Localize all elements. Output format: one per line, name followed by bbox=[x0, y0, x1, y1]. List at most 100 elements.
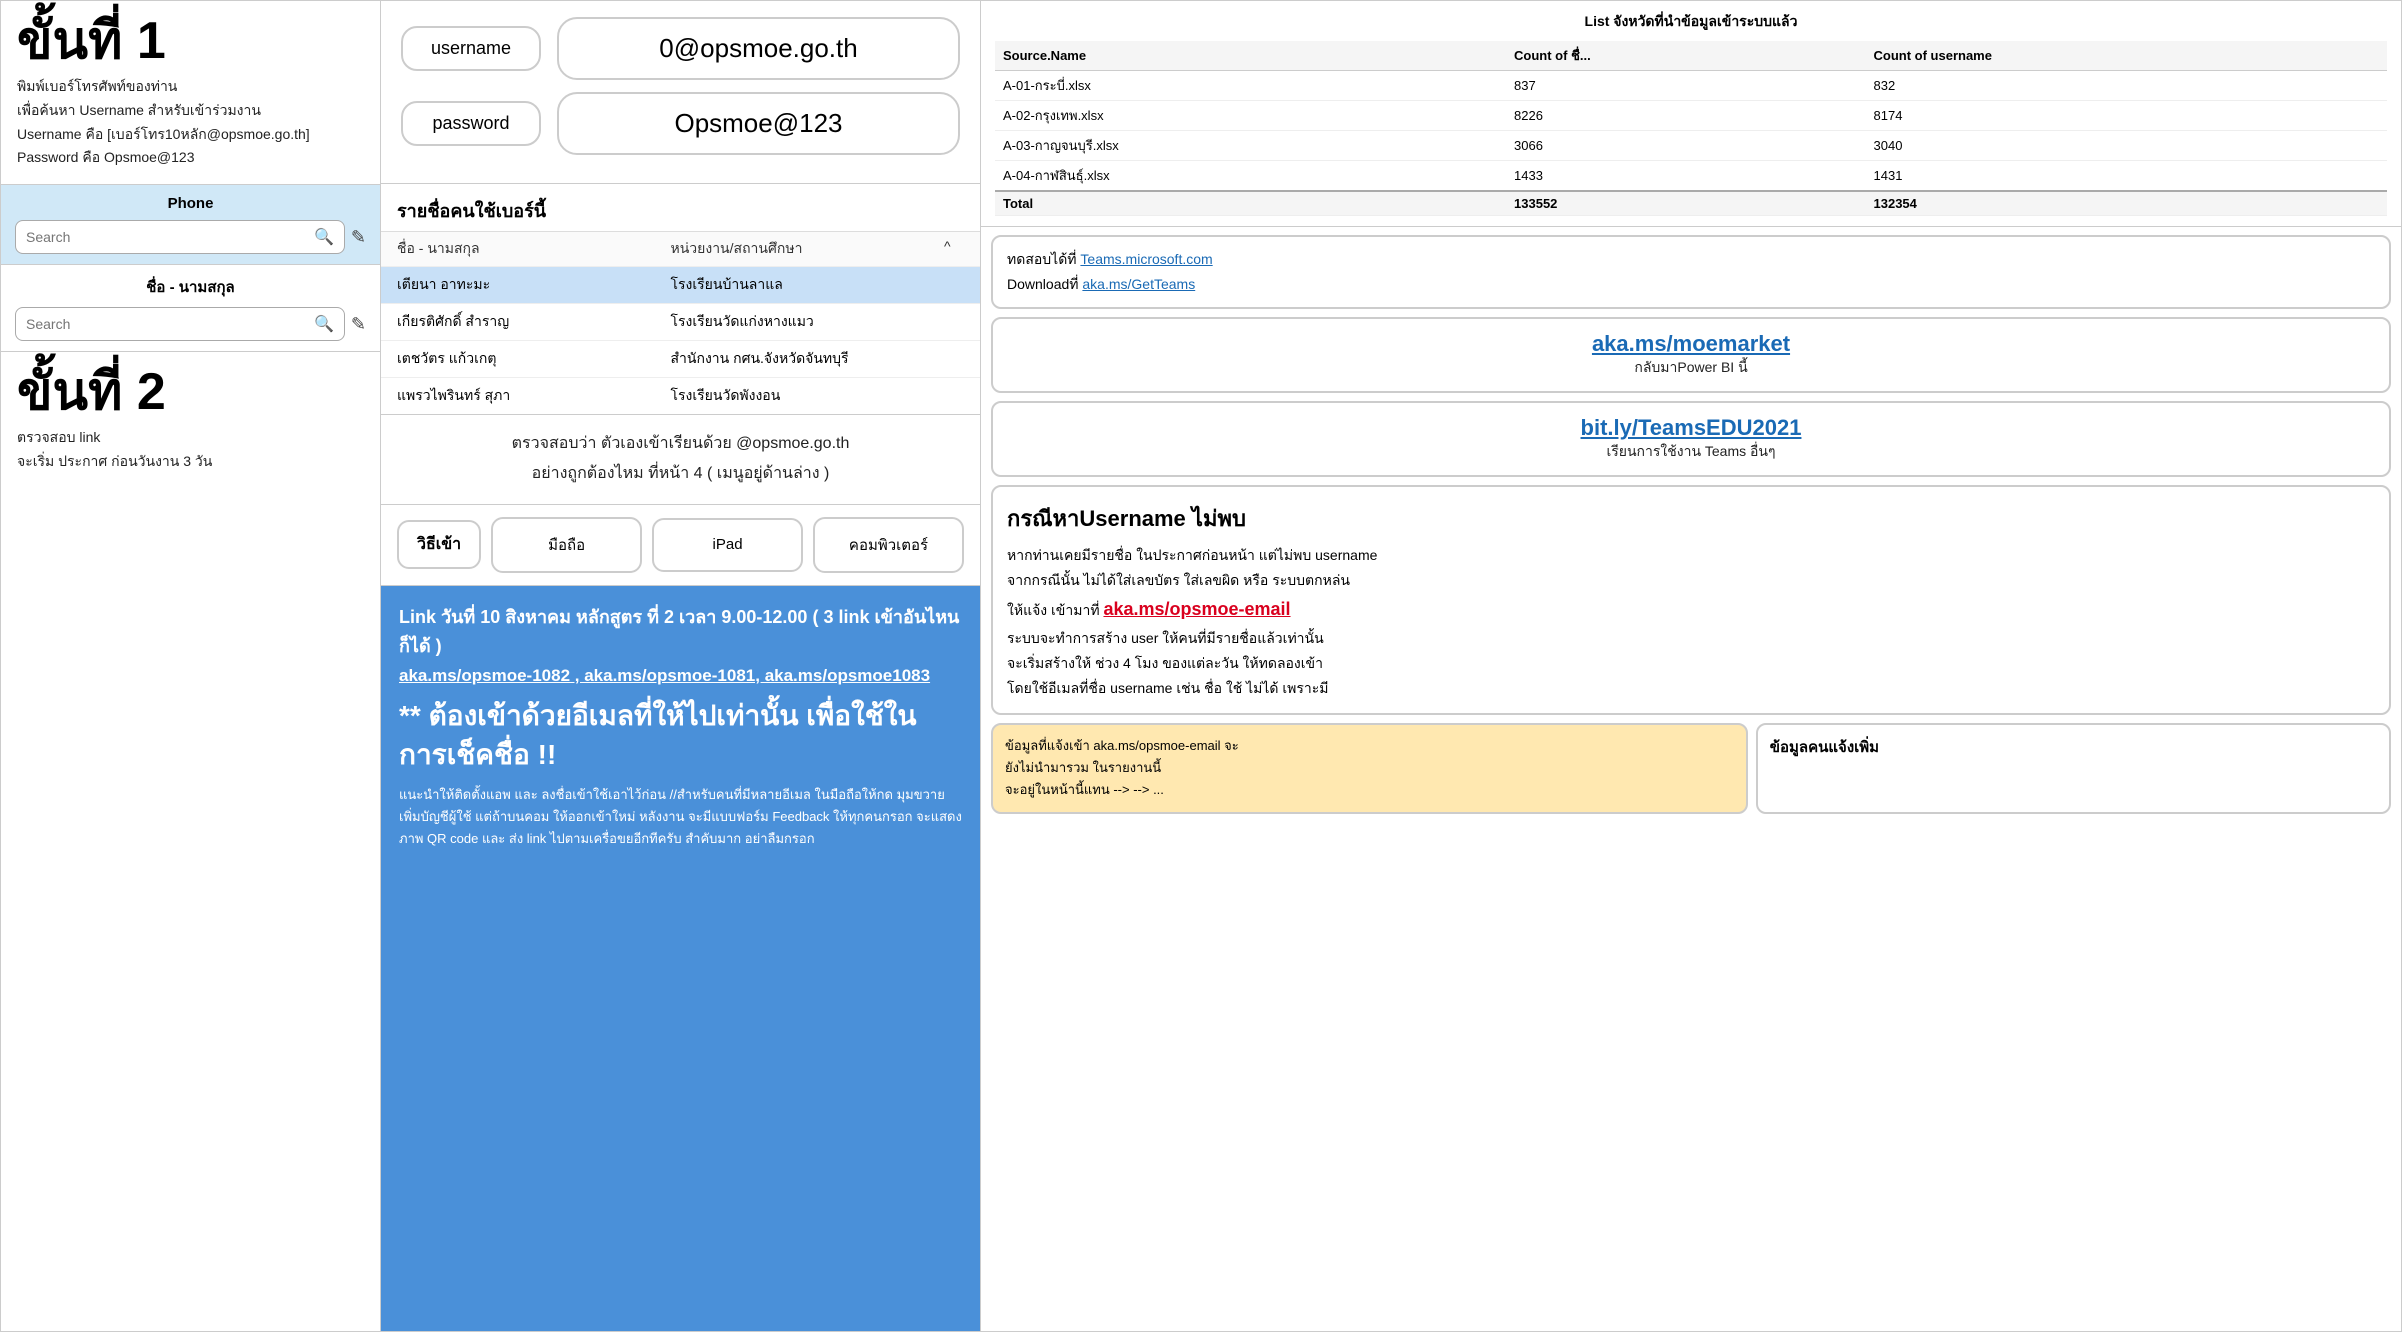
teams-line1-text: ทดสอบได้ที่ bbox=[1007, 251, 1080, 267]
verify-line1: ตรวจสอบว่า ตัวเองเข้าเรียนด้วย @opsmoe.g… bbox=[397, 429, 964, 459]
step2-box: ขั้นที่ 2 ตรวจสอบ link จะเริ่ม ประกาศ ก่… bbox=[1, 352, 380, 1331]
username-desc6: โดยใช้อีเมลที่ชื่อ username เช่น ชื่อ ใช… bbox=[1007, 676, 2375, 701]
username-desc3: ให้แจ้ง เข้ามาที่ aka.ms/opsmoe-email bbox=[1007, 593, 2375, 625]
user-list-box: รายชื่อคนใช้เบอร์นี้ ชื่อ - นามสกุล หน่ว… bbox=[381, 184, 980, 415]
aka-box: aka.ms/moemarket กลับมาPower BI นี้ bbox=[991, 317, 2391, 393]
name-search-wrap[interactable]: 🔍 bbox=[15, 307, 345, 341]
bit-sub: เรียนการใช้งาน Teams อื่นๆ bbox=[1007, 441, 2375, 463]
name-search-input[interactable] bbox=[26, 316, 314, 332]
phone-search-icon[interactable]: 🔍 bbox=[314, 227, 334, 247]
teams-link1[interactable]: Teams.microsoft.com bbox=[1080, 251, 1212, 267]
opsmoe-note1: ข้อมูลที่แจ้งเข้า aka.ms/opsmoe-email จะ bbox=[1005, 735, 1734, 757]
user-list-row[interactable]: เกียรติศักดิ์ สำราญโรงเรียนวัดแก่งหางแมว bbox=[381, 304, 980, 341]
opsmoe-note2: ยังไม่นำมารวม ในรายงานนี้ bbox=[1005, 757, 1734, 779]
method-mobile-btn[interactable]: มือถือ bbox=[491, 517, 642, 573]
teams-line2-text: Downloadที่ bbox=[1007, 276, 1082, 292]
login-area: username 0@opsmoe.go.th password Opsmoe@… bbox=[381, 1, 980, 184]
step2-desc: ตรวจสอบ link จะเริ่ม ประกาศ ก่อนวันงาน 3… bbox=[17, 426, 364, 474]
aka-link[interactable]: aka.ms/moemarket bbox=[1592, 331, 1790, 356]
table-row: A-04-กาฬสินธุ์.xlsx14331431 bbox=[995, 161, 2387, 192]
table-row: A-02-กรุงเทพ.xlsx82268174 bbox=[995, 101, 2387, 131]
username-desc1: หากท่านเคยมีรายชื่อ ในประกาศก่อนหน้า แต่… bbox=[1007, 543, 2375, 568]
col1-header: ชื่อ - นามสกุล bbox=[397, 238, 671, 260]
method-computer-btn[interactable]: คอมพิวเตอร์ bbox=[813, 517, 964, 573]
announce-links[interactable]: aka.ms/opsmoe-1082 , aka.ms/opsmoe-1081,… bbox=[399, 666, 962, 686]
verify-line2: อย่างถูกต้องไหม ที่หน้า 4 ( เมนูอยู่ด้าน… bbox=[397, 459, 964, 489]
total-count2: 132354 bbox=[1866, 191, 2387, 216]
source-name: A-01-กระบี่.xlsx bbox=[995, 71, 1506, 101]
phone-search-wrap[interactable]: 🔍 bbox=[15, 220, 345, 254]
username-label: username bbox=[401, 26, 541, 71]
announce-line1: Link วันที่ 10 สิงหาคม หลักสูตร ที่ 2 เว… bbox=[399, 602, 962, 660]
user-org: โรงเรียนวัดพังงอน bbox=[671, 385, 945, 407]
scroll-col bbox=[944, 311, 964, 333]
phone-label: Phone bbox=[15, 195, 366, 212]
count2: 1431 bbox=[1866, 161, 2387, 192]
col-count1: Count of ชื่... bbox=[1506, 41, 1865, 71]
announce-small: แนะนำให้ติดตั้งแอพ และ ลงชื่อเข้าใช้เอาไ… bbox=[399, 784, 962, 850]
count1: 837 bbox=[1506, 71, 1865, 101]
username-notfound-box: กรณีหาUsername ไม่พบ หากท่านเคยมีรายชื่อ… bbox=[991, 485, 2391, 715]
step1-desc: พิมพ์เบอร์โทรศัพท์ของท่าน เพื่อค้นหา Use… bbox=[17, 75, 364, 170]
announce-big: ** ต้องเข้าด้วยอีเมลที่ให้ไปเท่านั้น เพื… bbox=[399, 696, 962, 774]
phone-box: Phone 🔍 ✎ bbox=[1, 185, 380, 265]
report-box: ข้อมูลคนแจ้งเพิ่ม bbox=[1756, 723, 2391, 813]
table-title: List จังหวัดที่นำข้อมูลเข้าระบบแล้ว bbox=[995, 11, 2387, 33]
opsmoe-email-box: ข้อมูลที่แจ้งเข้า aka.ms/opsmoe-email จะ… bbox=[991, 723, 1748, 813]
name-box: ชื่อ - นามสกุล 🔍 ✎ bbox=[1, 265, 380, 352]
links-announcement: Link วันที่ 10 สิงหาคม หลักสูตร ที่ 2 เว… bbox=[381, 586, 980, 1331]
total-count1: 133552 bbox=[1506, 191, 1865, 216]
name-pencil-icon[interactable]: ✎ bbox=[351, 314, 366, 335]
user-list-title: รายชื่อคนใช้เบอร์นี้ bbox=[381, 184, 980, 232]
method-label: วิธีเข้า bbox=[397, 520, 481, 569]
password-label: password bbox=[401, 101, 541, 146]
left-column: ขั้นที่ 1 พิมพ์เบอร์โทรศัพท์ของท่าน เพื่… bbox=[1, 1, 381, 1331]
user-list-row[interactable]: เตชวัตร แก้วเกตุสำนักงาน กศน.จังหวัดจันท… bbox=[381, 341, 980, 378]
password-value: Opsmoe@123 bbox=[557, 92, 960, 155]
source-name: A-02-กรุงเทพ.xlsx bbox=[995, 101, 1506, 131]
scroll-indicator: ^ bbox=[944, 238, 964, 260]
step1-title: ขั้นที่ 1 bbox=[17, 15, 364, 67]
bit-link[interactable]: bit.ly/TeamsEDU2021 bbox=[1581, 415, 1802, 440]
username-link[interactable]: aka.ms/opsmoe-email bbox=[1103, 599, 1290, 619]
right-column: List จังหวัดที่นำข้อมูลเข้าระบบแล้ว Sour… bbox=[981, 1, 2401, 1331]
username-value: 0@opsmoe.go.th bbox=[557, 17, 960, 80]
user-name: เกียรติศักดิ์ สำราญ bbox=[397, 311, 671, 333]
username-desc5: จะเริ่มสร้างให้ ช่วง 4 โมง ของแต่ละวัน ใ… bbox=[1007, 651, 2375, 676]
phone-search-input[interactable] bbox=[26, 229, 314, 245]
table-row: A-01-กระบี่.xlsx837832 bbox=[995, 71, 2387, 101]
source-name: A-03-กาญจนบุรี.xlsx bbox=[995, 131, 1506, 161]
user-list-rows[interactable]: เตียนา อาทะมะโรงเรียนบ้านลาแลเกียรติศักด… bbox=[381, 267, 980, 414]
phone-pencil-icon[interactable]: ✎ bbox=[351, 227, 366, 248]
total-label: Total bbox=[995, 191, 1506, 216]
user-list-row[interactable]: เตียนา อาทะมะโรงเรียนบ้านลาแล bbox=[381, 267, 980, 304]
bit-box: bit.ly/TeamsEDU2021 เรียนการใช้งาน Teams… bbox=[991, 401, 2391, 477]
col-source: Source.Name bbox=[995, 41, 1506, 71]
name-search-row: 🔍 ✎ bbox=[15, 307, 366, 341]
col-count2: Count of username bbox=[1866, 41, 2387, 71]
password-row: password Opsmoe@123 bbox=[401, 92, 960, 155]
scroll-col bbox=[944, 385, 964, 407]
teams-box: ทดสอบได้ที่ Teams.microsoft.com Download… bbox=[991, 235, 2391, 309]
source-name: A-04-กาฬสินธุ์.xlsx bbox=[995, 161, 1506, 192]
method-ipad-btn[interactable]: iPad bbox=[652, 518, 803, 572]
scroll-col bbox=[944, 274, 964, 296]
aka-sub: กลับมาPower BI นี้ bbox=[1007, 357, 2375, 379]
user-list-row[interactable]: แพรวไพรินทร์ สุภาโรงเรียนวัดพังงอน bbox=[381, 378, 980, 414]
verify-box: ตรวจสอบว่า ตัวเองเข้าเรียนด้วย @opsmoe.g… bbox=[381, 415, 980, 505]
mid-column: username 0@opsmoe.go.th password Opsmoe@… bbox=[381, 1, 981, 1331]
user-org: สำนักงาน กศน.จังหวัดจันทบุรี bbox=[671, 348, 945, 370]
username-notfound-title: กรณีหาUsername ไม่พบ bbox=[1007, 499, 2375, 539]
step2-title: ขั้นที่ 2 bbox=[17, 366, 364, 418]
bottom-row: ข้อมูลที่แจ้งเข้า aka.ms/opsmoe-email จะ… bbox=[991, 723, 2391, 813]
step1-box: ขั้นที่ 1 พิมพ์เบอร์โทรศัพท์ของท่าน เพื่… bbox=[1, 1, 380, 185]
user-name: เตชวัตร แก้วเกตุ bbox=[397, 348, 671, 370]
user-name: เตียนา อาทะมะ bbox=[397, 274, 671, 296]
teams-link2[interactable]: aka.ms/GetTeams bbox=[1082, 276, 1195, 292]
user-org: โรงเรียนวัดแก่งหางแมว bbox=[671, 311, 945, 333]
scroll-col bbox=[944, 348, 964, 370]
col2-header: หน่วยงาน/สถานศึกษา bbox=[671, 238, 945, 260]
user-list-header: ชื่อ - นามสกุล หน่วยงาน/สถานศึกษา ^ bbox=[381, 232, 980, 267]
name-search-icon[interactable]: 🔍 bbox=[314, 314, 334, 334]
method-box: วิธีเข้า มือถือ iPad คอมพิวเตอร์ bbox=[381, 505, 980, 586]
